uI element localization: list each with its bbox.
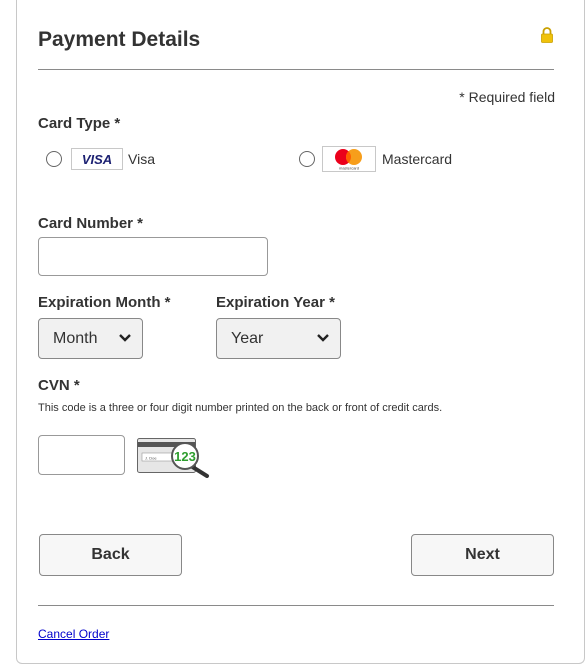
cvn-hint: This code is a three or four digit numbe… xyxy=(38,402,443,414)
page-title: Payment Details xyxy=(38,28,201,51)
mastercard-radio[interactable] xyxy=(299,151,315,167)
card-type-label: Card Type * xyxy=(38,115,121,132)
visa-label: Visa xyxy=(128,151,155,167)
expiration-year-label: Expiration Year * xyxy=(216,294,335,311)
required-field-note: * Required field xyxy=(459,89,555,105)
visa-logo: VISA xyxy=(71,148,123,170)
svg-text:J. Doe: J. Doe xyxy=(145,456,157,461)
next-button[interactable]: Next xyxy=(411,534,554,576)
expiration-month-label: Expiration Month * xyxy=(38,294,171,311)
cvn-card-illustration-icon: J. Doe 123 xyxy=(137,438,209,478)
footer-divider xyxy=(38,605,554,606)
card-number-input[interactable] xyxy=(38,237,268,276)
visa-radio[interactable] xyxy=(46,151,62,167)
card-number-label: Card Number * xyxy=(38,215,144,232)
visa-logo-text: VISA xyxy=(81,152,113,167)
mastercard-circles-icon: mastercard xyxy=(335,149,362,171)
back-button[interactable]: Back xyxy=(39,534,182,576)
expiration-year-value: Year xyxy=(231,330,264,347)
mastercard-label: Mastercard xyxy=(382,151,453,167)
lock-icon xyxy=(541,27,553,43)
expiration-year-select[interactable]: Year xyxy=(216,318,341,359)
mastercard-logo: mastercard xyxy=(322,146,376,172)
expiration-month-select[interactable]: Month xyxy=(38,318,143,359)
cancel-order-link[interactable]: Cancel Order xyxy=(38,627,109,641)
cvn-input[interactable] xyxy=(38,435,125,475)
cvn-label: CVN * xyxy=(38,377,80,394)
chevron-down-icon xyxy=(317,334,329,342)
header-divider xyxy=(38,69,554,70)
expiration-month-value: Month xyxy=(53,330,98,347)
mastercard-logo-caption: mastercard xyxy=(339,166,359,171)
cvn-example-digits: 123 xyxy=(174,449,196,464)
chevron-down-icon xyxy=(119,334,131,342)
